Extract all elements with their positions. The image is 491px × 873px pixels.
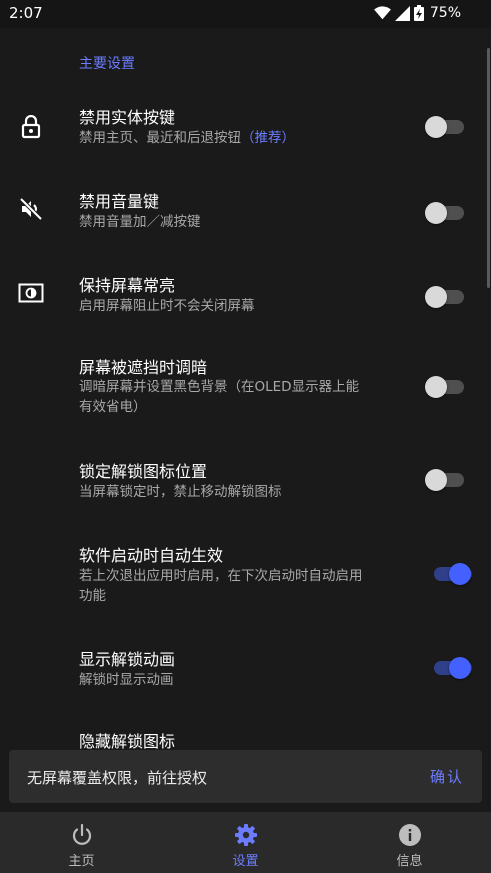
lock-icon (18, 114, 44, 140)
volume-off-icon (18, 196, 44, 222)
recommended-tag: （推荐） (241, 130, 295, 146)
toggle-disable-volume-keys[interactable] (425, 202, 464, 224)
settings-list[interactable]: 主要设置 禁用实体按键 禁用主页、最近和后退按钮（推荐） 禁用音量键 禁用音量加… (0, 28, 491, 812)
permission-snackbar: 无屏幕覆盖权限，前往授权 确认 (9, 750, 482, 803)
status-bar: 2:07 75% (0, 0, 491, 28)
power-icon (72, 823, 91, 845)
setting-lock-unlock-icon-position[interactable]: 锁定解锁图标位置 当屏幕锁定时，禁止移动解锁图标 (0, 456, 491, 516)
setting-title: 保持屏幕常亮 (79, 276, 176, 295)
setting-subtitle: 禁用主页、最近和后退按钮（推荐） (79, 130, 295, 146)
bottom-navigation: 主页 设置 信息 (0, 812, 491, 873)
toggle-disable-hardware-keys[interactable] (425, 116, 464, 138)
snackbar-confirm-button[interactable]: 确认 (430, 766, 464, 787)
setting-show-unlock-animation[interactable]: 显示解锁动画 解锁时显示动画 (0, 644, 491, 704)
setting-subtitle: 禁用音量加／减按键 (79, 214, 201, 230)
setting-subtitle: 解锁时显示动画 (79, 672, 174, 688)
section-title: 主要设置 (79, 56, 135, 72)
toggle-dim-when-covered[interactable] (425, 376, 464, 398)
setting-keep-screen-on[interactable]: 保持屏幕常亮 启用屏幕阻止时不会关闭屏幕 (0, 268, 491, 328)
setting-title: 软件启动时自动生效 (79, 546, 224, 565)
setting-title: 显示解锁动画 (79, 650, 176, 669)
nav-label: 主页 (68, 854, 95, 869)
setting-title: 禁用实体按键 (79, 108, 176, 127)
gear-icon (234, 824, 257, 846)
setting-title: 禁用音量键 (79, 192, 160, 211)
screen-brightness-icon (18, 280, 44, 306)
battery-percent: 75% (429, 5, 461, 21)
nav-home[interactable]: 主页 (0, 812, 163, 873)
setting-title: 隐藏解锁图标 (79, 732, 176, 751)
nav-settings[interactable]: 设置 (164, 812, 327, 873)
nav-label: 信息 (396, 854, 423, 869)
setting-subtitle: 启用屏幕阻止时不会关闭屏幕 (79, 298, 255, 314)
setting-subtitle: 若上次退出应用时启用，在下次启动时自动启用 功能 (79, 568, 363, 604)
setting-title: 锁定解锁图标位置 (79, 462, 208, 481)
snackbar-message: 无屏幕覆盖权限，前往授权 (27, 769, 208, 787)
info-icon (398, 824, 421, 846)
setting-disable-volume-keys[interactable]: 禁用音量键 禁用音量加／减按键 (0, 184, 491, 244)
status-time: 2:07 (9, 4, 43, 22)
setting-subtitle: 调暗屏幕并设置黑色背景（在OLED显示器上能 有效省电） (79, 379, 360, 415)
toggle-auto-enable-on-launch[interactable] (434, 563, 472, 585)
status-icons: 75% (373, 5, 461, 21)
setting-auto-enable-on-launch[interactable]: 软件启动时自动生效 若上次退出应用时启用，在下次启动时自动启用 功能 (0, 540, 491, 610)
toggle-keep-screen-on[interactable] (425, 286, 464, 308)
signal-icon (394, 5, 410, 21)
setting-disable-hardware-keys[interactable]: 禁用实体按键 禁用主页、最近和后退按钮（推荐） (0, 100, 491, 160)
wifi-icon (373, 6, 391, 20)
toggle-show-unlock-animation[interactable] (434, 657, 472, 679)
setting-subtitle: 当屏幕锁定时，禁止移动解锁图标 (79, 484, 282, 500)
setting-title: 屏幕被遮挡时调暗 (79, 358, 208, 377)
battery-charging-icon (413, 5, 424, 21)
toggle-lock-unlock-icon-position[interactable] (425, 469, 464, 491)
setting-dim-when-covered[interactable]: 屏幕被遮挡时调暗 调暗屏幕并设置黑色背景（在OLED显示器上能 有效省电） (0, 352, 491, 422)
nav-label: 设置 (232, 854, 259, 869)
scrollbar[interactable] (487, 48, 490, 288)
nav-info[interactable]: 信息 (328, 812, 491, 873)
